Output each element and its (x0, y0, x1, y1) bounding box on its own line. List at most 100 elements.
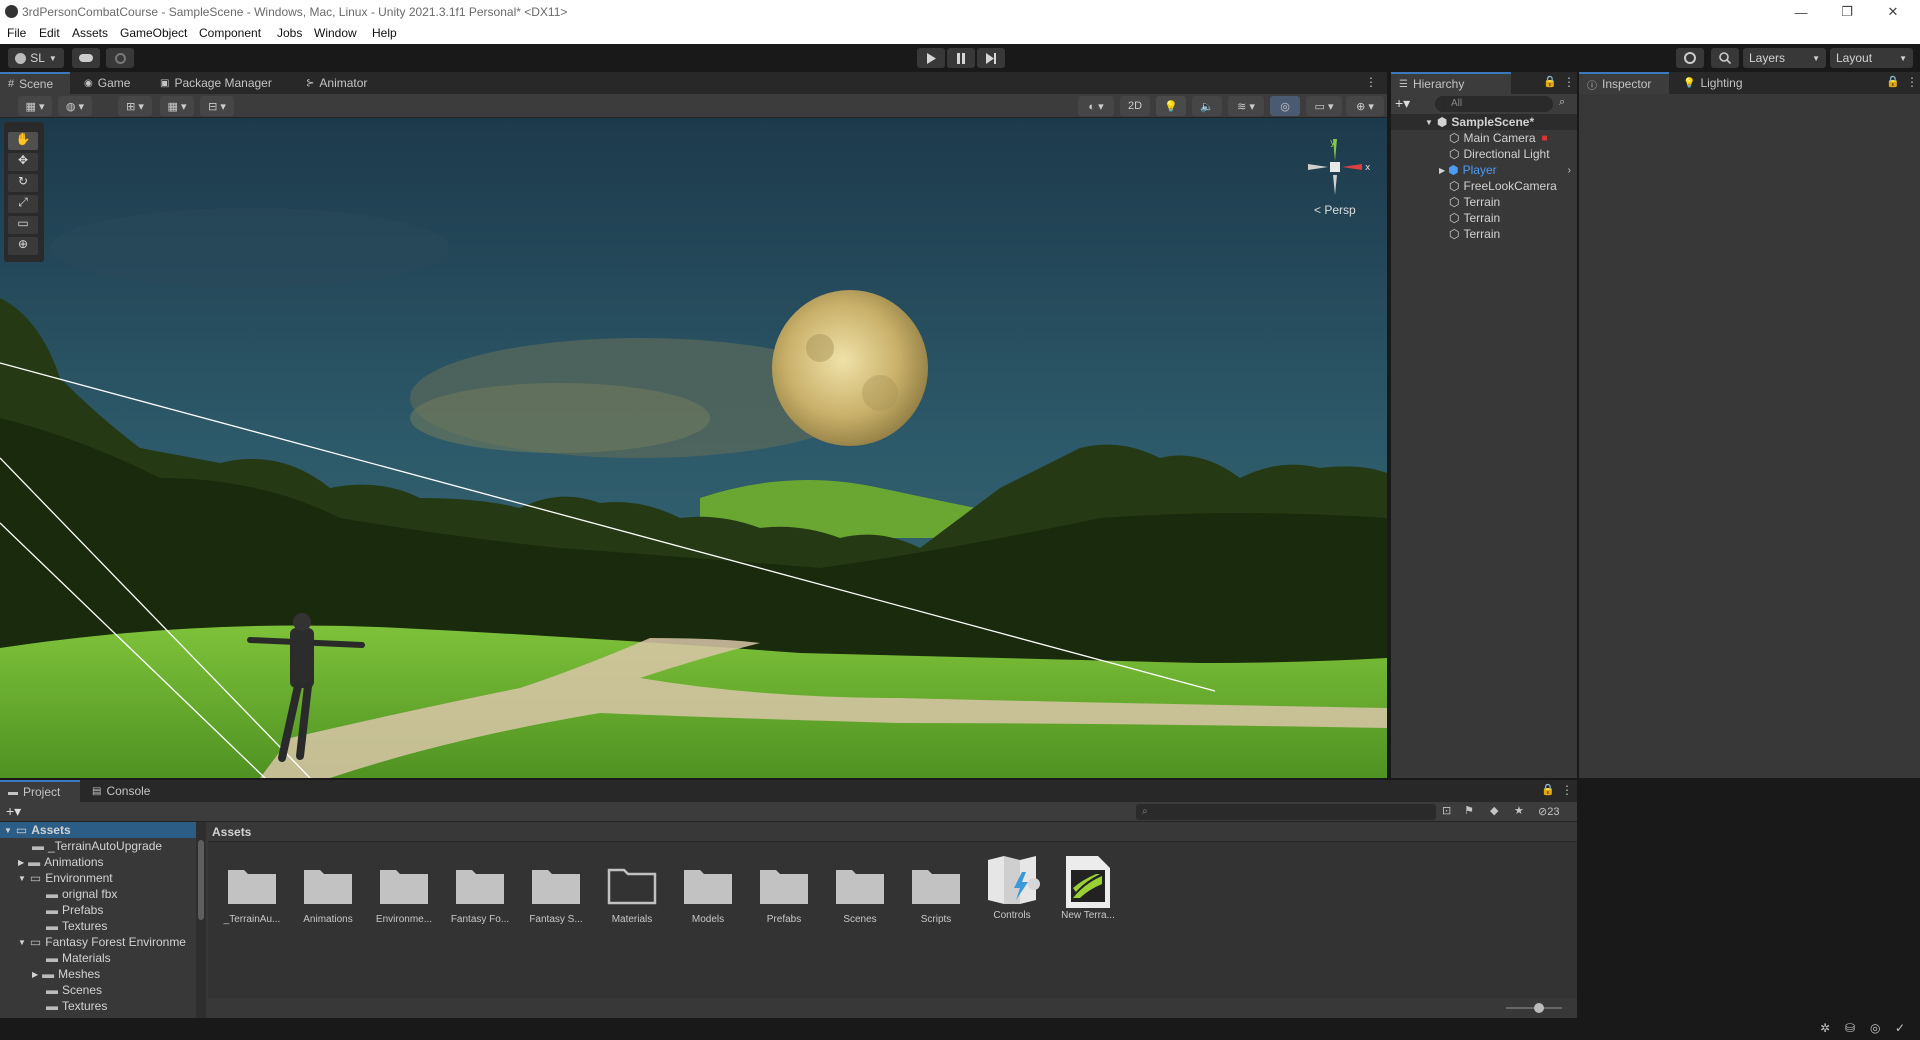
layout-dropdown[interactable]: Layout ▼ (1830, 48, 1913, 68)
tab-animator[interactable]: ⊱ Animator (298, 72, 375, 94)
asset-terrain-layer[interactable]: New Terra... (1052, 854, 1124, 921)
tab-project[interactable]: ▬ Project (0, 780, 80, 802)
projection-label[interactable]: < Persp (1314, 203, 1356, 217)
pause-button[interactable] (947, 48, 975, 68)
search-button[interactable] (1711, 48, 1739, 68)
account-button[interactable]: SL ▼ (8, 48, 64, 68)
tree-item-assets[interactable]: ▼ ▭ Assets (0, 822, 196, 838)
chevron-right-icon[interactable]: › (1568, 165, 1571, 176)
tab-hierarchy[interactable]: ☰ Hierarchy (1391, 72, 1511, 94)
zoom-slider[interactable] (1506, 1003, 1562, 1013)
menu-edit[interactable]: Edit (39, 26, 60, 40)
menu-file[interactable]: File (7, 26, 26, 40)
bug-icon[interactable]: ✲ (1820, 1021, 1830, 1035)
restore-button[interactable]: ❐ (1824, 0, 1870, 24)
asset-folder[interactable]: Scripts (900, 862, 972, 925)
hierarchy-search-input[interactable]: All (1435, 96, 1553, 112)
audio-toggle[interactable]: 🔈 (1192, 96, 1222, 116)
hidden-objects-toggle[interactable]: ◎ (1270, 96, 1300, 116)
tab-lighting[interactable]: 💡 Lighting (1675, 72, 1751, 94)
draw-mode-dropdown[interactable]: ▦ ▾ (18, 96, 52, 116)
asset-folder[interactable]: Scenes (824, 862, 896, 925)
menu-jobs[interactable]: Jobs (277, 26, 302, 40)
snap-toggle[interactable]: ⊞ ▾ (118, 96, 152, 116)
move-tool-icon[interactable]: ✥ (8, 153, 38, 171)
shading-dropdown[interactable]: ◐ ▾ (1078, 96, 1114, 116)
tree-item[interactable]: ▬ _TerrainAutoUpgrade (0, 838, 196, 854)
menu-component[interactable]: Component (199, 26, 261, 40)
slider-handle[interactable] (1534, 1003, 1544, 1013)
menu-assets[interactable]: Assets (72, 26, 108, 40)
asset-folder[interactable]: Animations (292, 862, 364, 925)
tree-item[interactable]: ▬ Textures (0, 918, 196, 934)
tab-scene[interactable]: # Scene (0, 72, 70, 94)
undo-history-button[interactable] (1676, 48, 1704, 68)
hierarchy-item[interactable]: ⬡ Terrain (1391, 194, 1577, 210)
tag-icon[interactable]: ◆ (1490, 804, 1498, 817)
more-options-icon[interactable]: ⋮ (1365, 75, 1377, 89)
tab-inspector[interactable]: ⓘ Inspector (1579, 72, 1669, 94)
check-icon[interactable]: ✓ (1895, 1021, 1905, 1035)
hand-tool-icon[interactable]: ✋ (8, 132, 38, 150)
more-options-icon[interactable]: ⋮ (1906, 75, 1918, 89)
menu-gameobject[interactable]: GameObject (120, 26, 187, 40)
menu-window[interactable]: Window (314, 26, 357, 40)
tree-item[interactable]: ▬ Materials (0, 950, 196, 966)
minimize-button[interactable]: — (1778, 0, 1824, 24)
lock-icon[interactable]: 🔒 (1543, 75, 1557, 88)
project-search-input[interactable]: ⌕ (1136, 804, 1436, 820)
progress-icon[interactable]: ◎ (1870, 1021, 1880, 1035)
tree-item[interactable]: ▼ ▭ Fantasy Forest Environme (0, 934, 196, 950)
search-filter-icon[interactable]: ⌕ (1559, 96, 1565, 109)
scene-root-row[interactable]: ▼ ⬢ SampleScene* (1391, 114, 1577, 130)
tree-item[interactable]: ▶ ▬ Animations (0, 854, 196, 870)
render-mode-dropdown[interactable]: ◍ ▾ (58, 96, 92, 116)
asset-folder[interactable]: Fantasy S... (520, 862, 592, 925)
step-button[interactable] (977, 48, 1005, 68)
hierarchy-item[interactable]: ⬡ Directional Light (1391, 146, 1577, 162)
more-options-icon[interactable]: ⋮ (1561, 783, 1573, 797)
tree-item[interactable]: ▬ Scenes (0, 982, 196, 998)
more-options-icon[interactable]: ⋮ (1563, 75, 1575, 89)
increment-snap[interactable]: ⊟ ▾ (200, 96, 234, 116)
layers-dropdown[interactable]: Layers ▼ (1743, 48, 1826, 68)
tree-scrollbar[interactable] (196, 822, 206, 1018)
cache-server-icon[interactable]: ⛁ (1845, 1021, 1855, 1035)
lock-icon[interactable]: 🔒 (1541, 783, 1555, 796)
cloud-button[interactable] (72, 48, 100, 68)
tree-item[interactable]: ▬ Prefabs (0, 902, 196, 918)
hierarchy-item[interactable]: ⬡ Terrain (1391, 226, 1577, 242)
play-button[interactable] (917, 48, 945, 68)
tree-item[interactable]: ▶ ▬ Meshes (0, 966, 196, 982)
scrollbar-thumb[interactable] (198, 840, 204, 920)
tab-game[interactable]: ◉ Game (76, 72, 138, 94)
add-icon[interactable]: +▾ (1395, 95, 1410, 112)
hierarchy-item[interactable]: ⬡ Terrain (1391, 210, 1577, 226)
hierarchy-item-player[interactable]: ▶ ⬢ Player › (1391, 162, 1577, 178)
asset-input-actions[interactable]: Controls (976, 854, 1048, 921)
orientation-gizmo[interactable]: y x < Persp (1300, 133, 1380, 233)
tab-console[interactable]: ▤ Console (84, 780, 158, 802)
search-by-type-icon[interactable]: ⊡ (1442, 804, 1451, 817)
tree-item[interactable]: ▼ ▭ Environment (0, 870, 196, 886)
scale-tool-icon[interactable]: ⤢ (8, 195, 38, 213)
asset-folder[interactable]: Materials (596, 862, 668, 925)
tree-item[interactable]: ▬ Textures (0, 998, 196, 1014)
collab-button[interactable] (106, 48, 134, 68)
close-button[interactable]: ✕ (1870, 0, 1916, 24)
hierarchy-item[interactable]: ⬡ Main Camera ■ (1391, 130, 1577, 146)
grid-toggle[interactable]: ▦ ▾ (160, 96, 194, 116)
camera-dropdown[interactable]: ▭ ▾ (1306, 96, 1342, 116)
transform-tool-icon[interactable]: ⊕ (8, 237, 38, 255)
asset-folder[interactable]: Environme... (368, 862, 440, 925)
search-by-label-icon[interactable]: ⚑ (1464, 804, 1474, 817)
effects-dropdown[interactable]: ≋ ▾ (1228, 96, 1264, 116)
star-icon[interactable]: ★ (1514, 804, 1524, 817)
hierarchy-item[interactable]: ⬡ FreeLookCamera (1391, 178, 1577, 194)
lighting-toggle[interactable]: 💡 (1156, 96, 1186, 116)
tree-item[interactable]: ▬ orignal fbx (0, 886, 196, 902)
2d-toggle[interactable]: 2D (1120, 96, 1150, 116)
scene-viewport[interactable]: ✋ ✥ ↻ ⤢ ▭ ⊕ y x < Persp (0, 118, 1387, 778)
gizmos-dropdown[interactable]: ⊕ ▾ (1346, 96, 1384, 116)
tab-package-manager[interactable]: ▣ Package Manager (152, 72, 280, 94)
